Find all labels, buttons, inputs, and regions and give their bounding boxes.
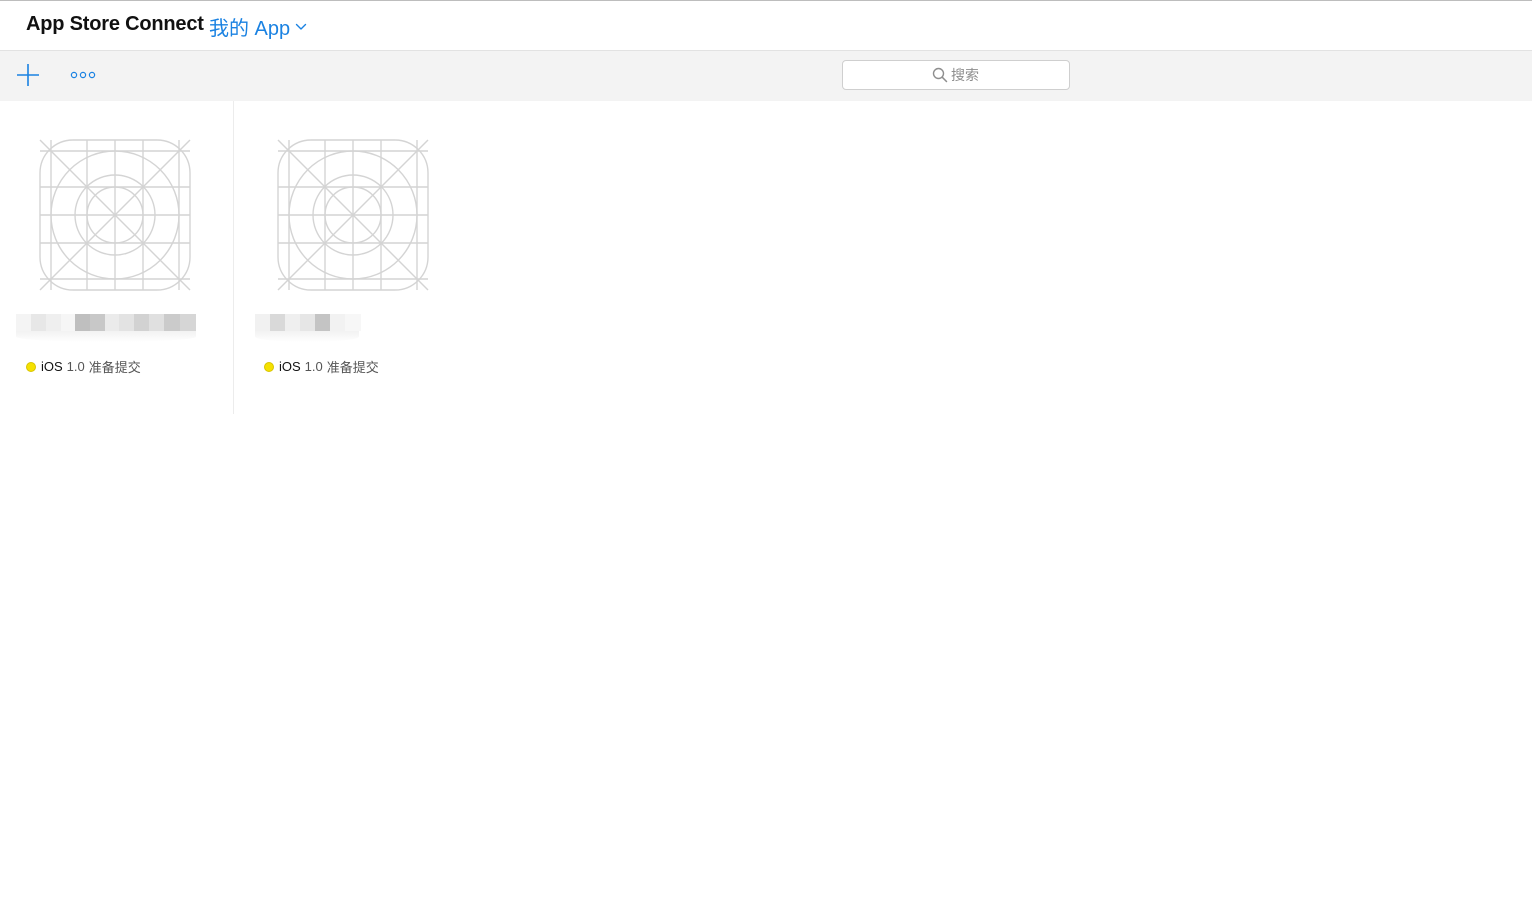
plus-icon	[17, 64, 39, 86]
search-input[interactable]	[843, 61, 1069, 89]
status-dot-icon	[264, 361, 274, 372]
app-title[interactable]: App Store Connect	[26, 13, 204, 36]
app-name-redacted[interactable]	[255, 314, 361, 342]
ellipsis-icon	[70, 71, 96, 79]
search-field[interactable]	[842, 60, 1070, 90]
app-placeholder-icon	[39, 139, 191, 291]
status-platform: iOS	[279, 359, 301, 374]
app-status: iOS 1.0 准备提交	[26, 357, 141, 376]
status-state: 准备提交	[88, 360, 141, 375]
app-placeholder-icon	[277, 139, 429, 291]
status-dot-icon	[26, 361, 36, 372]
app-status: iOS 1.0 准备提交	[264, 357, 379, 376]
redaction-smudge	[255, 331, 359, 342]
chevron-down-icon	[295, 23, 307, 30]
app-card[interactable]: iOS 1.0 准备提交	[0, 101, 220, 401]
app-name-redacted[interactable]	[16, 314, 196, 342]
redaction-mosaic	[16, 314, 196, 331]
status-state: 准备提交	[326, 360, 379, 375]
my-apps-dropdown[interactable]: 我的 App	[209, 12, 307, 41]
more-options-button[interactable]	[66, 63, 100, 87]
redaction-mosaic	[255, 314, 361, 331]
status-version: 1.0	[304, 359, 323, 374]
card-divider	[233, 101, 234, 414]
top-navigation-bar: App Store Connect 我的 App	[0, 0, 1532, 51]
add-app-button[interactable]	[14, 61, 42, 89]
redaction-smudge	[16, 331, 196, 342]
app-card[interactable]: iOS 1.0 准备提交	[238, 101, 458, 401]
toolbar	[0, 51, 1532, 101]
status-version: 1.0	[66, 359, 85, 374]
status-platform: iOS	[41, 359, 63, 374]
my-apps-label: 我的 App	[209, 18, 291, 40]
